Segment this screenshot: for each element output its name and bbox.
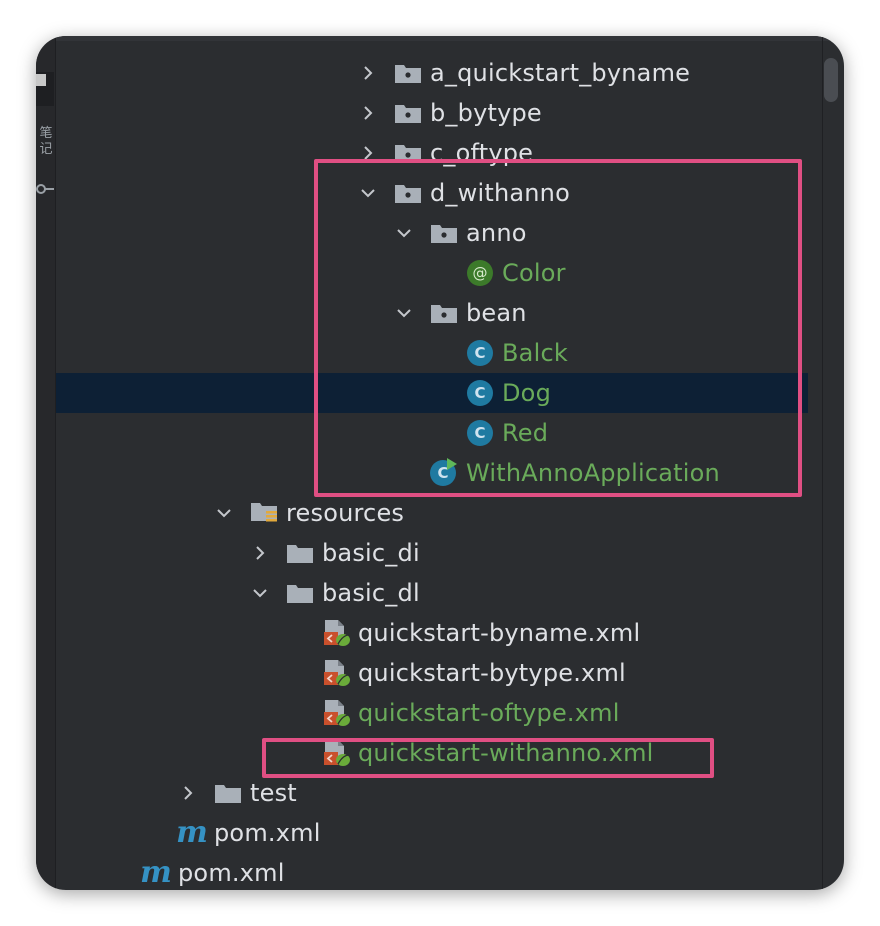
tree-item-label: quickstart-withanno.xml [358,739,654,767]
tree-item-label: test [250,779,297,807]
chevron-down-icon[interactable] [394,303,414,323]
tree-row[interactable]: quickstart-byname.xml [36,613,808,653]
chevron-right-icon[interactable] [250,543,270,563]
tree-item-label: b_bytype [430,99,542,127]
tree-row[interactable]: quickstart-bytype.xml [36,653,808,693]
tree-item-label: c_oftype [430,139,534,167]
tree-row[interactable]: b_bytype [36,93,808,133]
tree-row[interactable]: anno [36,213,808,253]
tree-item-label: pom.xml [214,819,321,847]
tree-item-label: Dog [502,379,551,407]
chevron-right-icon[interactable] [178,783,198,803]
tree-row[interactable]: c_oftype [36,133,808,173]
tree-row[interactable]: test [36,773,808,813]
chevron-down-icon[interactable] [394,223,414,243]
tree-row[interactable]: quickstart-withanno.xml [36,733,808,773]
tree-row[interactable]: C Balck [36,333,808,373]
tree-row[interactable]: C WithAnnoApplication [36,453,808,493]
resources-folder-icon [250,501,278,525]
chevron-right-icon[interactable] [358,143,378,163]
run-class-icon: C [430,458,458,486]
folder-icon [286,581,314,605]
maven-icon: m [140,855,172,890]
tree-item-label: basic_dl [322,579,420,607]
tree-row[interactable]: basic_dl [36,573,808,613]
chevron-right-icon[interactable] [358,103,378,123]
annotation-icon: @ [466,260,494,286]
tree-item-label: bean [466,299,527,327]
tree-row[interactable]: basic_di [36,533,808,573]
tree-row[interactable]: C Red [36,413,808,453]
project-tool-window: 笔记 a_quickstart_byname b_bytype c_oftype d_… [36,36,844,890]
vertical-scrollbar[interactable] [822,36,838,890]
tree-item-label: Red [502,419,549,447]
folder-icon [286,541,314,565]
package-icon [394,101,422,125]
class-icon: C [466,380,494,406]
tree-row[interactable]: m pom.xml [36,813,808,853]
package-icon [430,301,458,325]
chevron-down-icon[interactable] [214,503,234,523]
tree-item-label: anno [466,219,527,247]
spring-xml-icon [322,700,350,726]
tree-item-label: WithAnnoApplication [466,459,720,487]
maven-icon: m [176,815,208,850]
class-icon: C [466,420,494,446]
spring-xml-icon [322,740,350,766]
spring-xml-icon [322,660,350,686]
tree-row[interactable]: a_quickstart_byname [36,53,808,93]
tree-item-label: quickstart-byname.xml [358,619,641,647]
chevron-down-icon[interactable] [250,583,270,603]
tree-row[interactable]: resources [36,493,808,533]
package-icon [430,221,458,245]
tree-item-label: d_withanno [430,179,570,207]
spring-xml-icon [322,620,350,646]
tree-item-label: pom.xml [178,859,285,887]
class-icon: C [466,340,494,366]
chevron-right-icon[interactable] [358,63,378,83]
package-icon [394,61,422,85]
toolbar-edge [56,36,844,41]
folder-icon [214,781,242,805]
tree-item-label: quickstart-bytype.xml [358,659,626,687]
tree-item-label: a_quickstart_byname [430,59,691,87]
package-icon [394,141,422,165]
tree-item-label: quickstart-oftype.xml [358,699,620,727]
tree-row[interactable]: d_withanno [36,173,808,213]
tree-item-label: Balck [502,339,568,367]
tree-row[interactable]: bean [36,293,808,333]
tree-item-label: Color [502,259,566,287]
chevron-down-icon[interactable] [358,183,378,203]
scrollbar-thumb[interactable] [824,58,838,102]
tree-row[interactable]: C Dog [56,373,808,413]
tree-row[interactable]: m pom.xml [36,853,808,890]
tree-row[interactable]: @ Color [36,253,808,293]
tree-row[interactable]: quickstart-oftype.xml [36,693,808,733]
tree-item-label: resources [286,499,405,527]
tree-item-label: basic_di [322,539,420,567]
package-icon [394,181,422,205]
